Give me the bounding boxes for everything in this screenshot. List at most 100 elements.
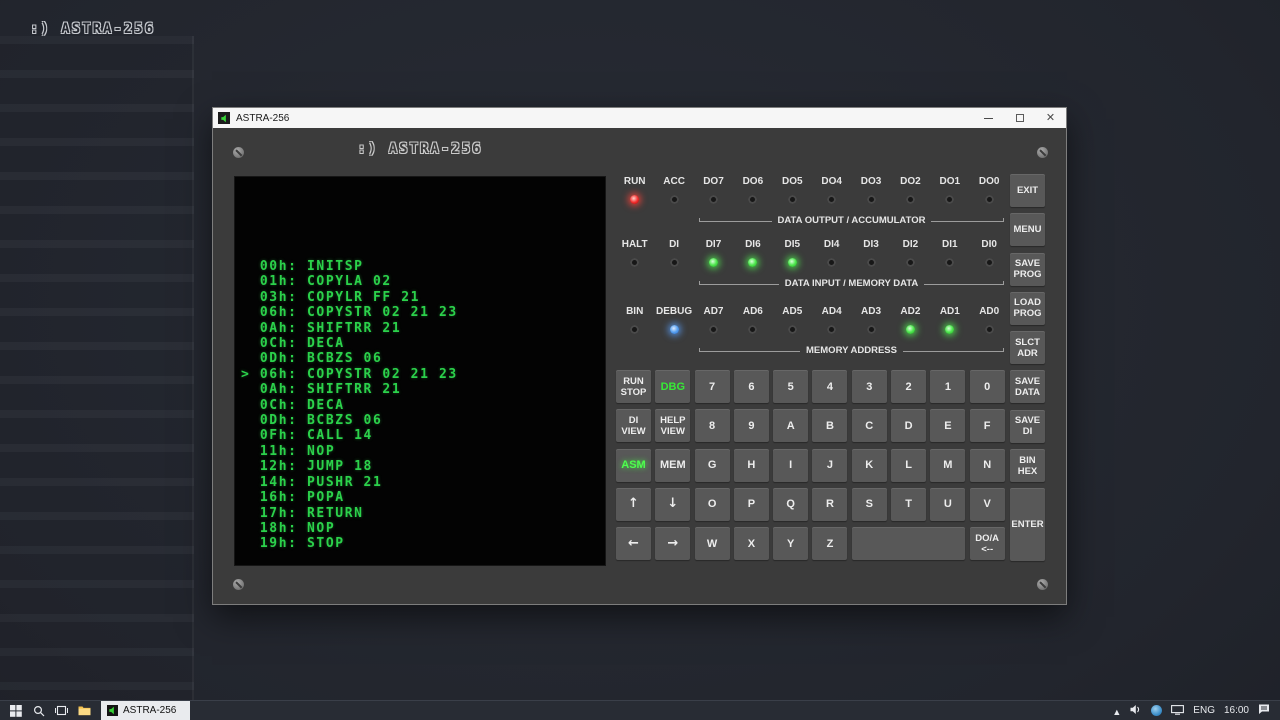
key-d[interactable]: D (891, 409, 926, 442)
key-h[interactable]: H (734, 449, 769, 482)
close-button[interactable]: ✕ (1035, 108, 1066, 128)
led-col-halt: HALT (615, 239, 654, 267)
key-9[interactable]: 9 (734, 409, 769, 442)
key-7[interactable]: 7 (695, 370, 730, 403)
side-button-save-prog[interactable]: SAVE PROG (1010, 253, 1045, 286)
side-button-menu[interactable]: MENU (1010, 213, 1045, 246)
side-button-save-data[interactable]: SAVE DATA (1010, 370, 1045, 403)
key-arrow-down[interactable]: ↓ (655, 488, 690, 521)
led-indicator-di4 (827, 258, 836, 267)
led-label: DO5 (782, 176, 803, 188)
taskbar-app-astra-256[interactable]: ASTRA-256 (101, 701, 190, 720)
key-i[interactable]: I (773, 449, 808, 482)
tray-app-icon[interactable] (1151, 705, 1162, 716)
key-z[interactable]: Z (812, 527, 847, 560)
led-label: DI1 (942, 239, 958, 251)
led-indicator-ad6 (748, 325, 757, 334)
key-2[interactable]: 2 (891, 370, 926, 403)
key-q[interactable]: Q (773, 488, 808, 521)
key-c[interactable]: C (852, 409, 887, 442)
app-icon (218, 112, 230, 124)
key-arrow-left[interactable]: ← (616, 527, 651, 560)
start-button[interactable] (4, 701, 27, 720)
minimize-button[interactable] (973, 108, 1004, 128)
screw-icon (1037, 579, 1048, 590)
clock[interactable]: 16:00 (1224, 705, 1249, 716)
key-arrow-right[interactable]: → (655, 527, 690, 560)
key-help-view[interactable]: HELP VIEW (655, 409, 690, 442)
file-explorer-icon[interactable] (73, 701, 96, 720)
astra-256-window: ASTRA-256 ✕ :) ASTRA-256 00h: INITSP 01h… (212, 107, 1067, 605)
window-titlebar[interactable]: ASTRA-256 ✕ (213, 108, 1066, 128)
key-f[interactable]: F (970, 409, 1005, 442)
key-n[interactable]: N (970, 449, 1005, 482)
desktop-background: :) ASTRA-256 ASTRA-256 ✕ :) ASTRA-256 00… (0, 0, 1280, 720)
keypad: RUN STOPDBG76543210DI VIEWHELP VIEW89ABC… (616, 370, 1005, 560)
led-indicator-di6 (748, 258, 757, 267)
key-r[interactable]: R (812, 488, 847, 521)
led-col-di0: DI0 (970, 239, 1009, 267)
side-button-exit[interactable]: EXIT (1010, 174, 1045, 207)
key-mem[interactable]: MEM (655, 449, 690, 482)
led-label: DO0 (979, 176, 1000, 188)
key-4[interactable]: 4 (812, 370, 847, 403)
key-1[interactable]: 1 (930, 370, 965, 403)
key-l[interactable]: L (891, 449, 926, 482)
led-col-ad4: AD4 (812, 306, 851, 334)
led-col-do0: DO0 (970, 176, 1009, 204)
side-button-enter[interactable]: ENTER (1010, 488, 1045, 560)
key-do-a[interactable]: DO/A <-- (970, 527, 1005, 560)
key-dbg[interactable]: DBG (655, 370, 690, 403)
key-u[interactable]: U (930, 488, 965, 521)
task-view-icon[interactable] (50, 701, 73, 720)
key-8[interactable]: 8 (695, 409, 730, 442)
key-g[interactable]: G (695, 449, 730, 482)
side-button-bin-hex[interactable]: BIN HEX (1010, 449, 1045, 482)
led-group-bracket: DATA OUTPUT / ACCUMULATOR (699, 215, 1004, 227)
key-v[interactable]: V (970, 488, 1005, 521)
led-col-ad1: AD1 (930, 306, 969, 334)
side-button-slct-adr[interactable]: SLCT ADR (1010, 331, 1045, 364)
tray-chevron-up-icon[interactable]: ▲ (1112, 707, 1121, 717)
side-button-save-di[interactable]: SAVE DI (1010, 410, 1045, 443)
key-space[interactable] (852, 527, 966, 560)
led-label: AD0 (979, 306, 999, 318)
led-indicator-do6 (748, 195, 757, 204)
key-b[interactable]: B (812, 409, 847, 442)
key-w[interactable]: W (695, 527, 730, 560)
led-label: DO6 (743, 176, 764, 188)
led-indicator-debug (670, 325, 679, 334)
key-y[interactable]: Y (773, 527, 808, 560)
search-icon[interactable] (27, 701, 50, 720)
led-indicator-acc (670, 195, 679, 204)
volume-icon[interactable] (1130, 704, 1142, 718)
key-run-stop[interactable]: RUN STOP (616, 370, 651, 403)
key-di-view[interactable]: DI VIEW (616, 409, 651, 442)
key-e[interactable]: E (930, 409, 965, 442)
key-0[interactable]: 0 (970, 370, 1005, 403)
key-t[interactable]: T (891, 488, 926, 521)
key-j[interactable]: J (812, 449, 847, 482)
key-p[interactable]: P (734, 488, 769, 521)
maximize-button[interactable] (1004, 108, 1035, 128)
language-indicator[interactable]: ENG (1193, 705, 1215, 716)
led-label: DEBUG (656, 306, 692, 318)
led-group-label: MEMORY ADDRESS (806, 345, 897, 357)
key-s[interactable]: S (852, 488, 887, 521)
led-col-do7: DO7 (694, 176, 733, 204)
network-display-icon[interactable] (1171, 704, 1184, 718)
key-3[interactable]: 3 (852, 370, 887, 403)
key-asm[interactable]: ASM (616, 449, 651, 482)
key-x[interactable]: X (734, 527, 769, 560)
key-arrow-up[interactable]: ↑ (616, 488, 651, 521)
key-o[interactable]: O (695, 488, 730, 521)
key-k[interactable]: K (852, 449, 887, 482)
action-center-icon[interactable] (1258, 703, 1270, 718)
led-indicator-di5 (788, 258, 797, 267)
key-m[interactable]: M (930, 449, 965, 482)
key-a[interactable]: A (773, 409, 808, 442)
side-button-load-prog[interactable]: LOAD PROG (1010, 292, 1045, 325)
key-6[interactable]: 6 (734, 370, 769, 403)
led-group-label: DATA INPUT / MEMORY DATA (785, 278, 919, 290)
key-5[interactable]: 5 (773, 370, 808, 403)
